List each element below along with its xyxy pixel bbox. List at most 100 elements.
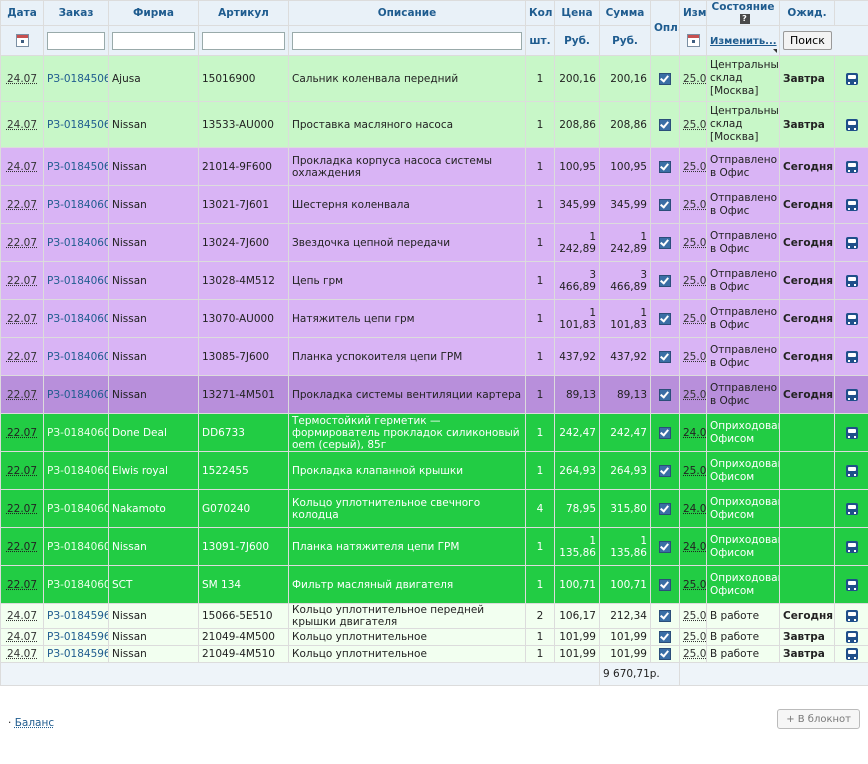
changed-date-link[interactable]: 24.07 <box>683 541 706 553</box>
date-link[interactable]: 22.07 <box>7 465 37 477</box>
col-state-label[interactable]: Состояние <box>712 2 775 14</box>
col-brand-header[interactable]: Фирма <box>108 0 199 26</box>
date-link[interactable]: 24.07 <box>7 73 37 85</box>
col-qty-header[interactable]: Кол <box>525 0 555 26</box>
date-link[interactable]: 22.07 <box>7 541 37 553</box>
order-link[interactable]: РЗ-0184060 <box>47 313 108 325</box>
order-link[interactable]: РЗ-0184060 <box>47 579 108 591</box>
delivery-car-icon[interactable] <box>845 274 858 287</box>
brand-cell: Elwis royal <box>108 451 199 490</box>
date-link[interactable]: 24.07 <box>7 161 37 173</box>
balance-link[interactable]: Баланс <box>15 717 54 729</box>
col-article-header[interactable]: Артикул <box>198 0 289 26</box>
date-link[interactable]: 22.07 <box>7 351 37 363</box>
order-link[interactable]: РЗ-0184060 <box>47 389 108 401</box>
delivery-car-icon[interactable] <box>845 426 858 439</box>
state-change-link[interactable]: Изменить... <box>710 36 777 47</box>
order-link[interactable]: РЗ-0184596 <box>47 631 108 643</box>
delivery-car-icon[interactable] <box>845 648 858 660</box>
changed-date-link[interactable]: 25.07 <box>683 275 706 287</box>
col-date-header[interactable]: Дата <box>0 0 44 26</box>
order-link[interactable]: РЗ-0184506 <box>47 73 108 85</box>
description-filter-input[interactable] <box>292 31 522 50</box>
changed-date-link[interactable]: 25.07 <box>683 631 706 643</box>
changed-date-link[interactable]: 24.07 <box>683 503 706 515</box>
changed-date-link[interactable]: 25.07 <box>683 119 706 131</box>
changed-date-link[interactable]: 25.07 <box>683 389 706 401</box>
order-link[interactable]: РЗ-0184060 <box>47 199 108 211</box>
changed-date-link[interactable]: 25.07 <box>683 161 706 173</box>
date-link[interactable]: 24.07 <box>7 610 37 622</box>
date-link[interactable]: 22.07 <box>7 275 37 287</box>
changed-date-link[interactable]: 24.07 <box>683 427 706 439</box>
order-link[interactable]: РЗ-0184060 <box>47 465 108 477</box>
delivery-car-icon[interactable] <box>845 72 858 85</box>
order-link[interactable]: РЗ-0184060 <box>47 237 108 249</box>
date-link[interactable]: 22.07 <box>7 389 37 401</box>
delivery-car-icon[interactable] <box>845 388 858 401</box>
delivery-car-icon[interactable] <box>845 236 858 249</box>
brand-filter-input[interactable] <box>112 31 195 50</box>
changed-date-link[interactable]: 25.07 <box>683 351 706 363</box>
col-sum-header[interactable]: Сумма <box>599 0 651 26</box>
delivery-car-icon[interactable] <box>845 578 858 591</box>
wait-cell: Завтра <box>779 645 835 663</box>
order-link[interactable]: РЗ-0184596 <box>47 610 108 622</box>
delivery-car-icon[interactable] <box>845 464 858 477</box>
search-button[interactable]: Поиск <box>783 31 832 50</box>
col-description-header[interactable]: Описание <box>288 0 526 26</box>
date-link[interactable]: 24.07 <box>7 119 37 131</box>
order-link[interactable]: РЗ-0184596 <box>47 648 108 660</box>
date-link[interactable]: 22.07 <box>7 579 37 591</box>
delivery-car-icon[interactable] <box>845 198 858 211</box>
order-link[interactable]: РЗ-0184060 <box>47 541 108 553</box>
order-link[interactable]: РЗ-0184060 <box>47 427 108 439</box>
changed-date-link[interactable]: 25.07 <box>683 199 706 211</box>
article-filter-input[interactable] <box>202 31 285 50</box>
delivery-car-icon[interactable] <box>845 540 858 553</box>
changed-date-link[interactable]: 25.07 <box>683 648 706 660</box>
sort-arrow-icon[interactable] <box>773 49 777 53</box>
delivery-car-icon[interactable] <box>845 118 858 131</box>
wait-cell: Сегодня <box>779 337 835 376</box>
col-price-header[interactable]: Цена <box>554 0 600 26</box>
changed-date-link[interactable]: 25.07 <box>683 73 706 85</box>
article-cell: 13070-AU000 <box>198 299 289 338</box>
delivery-car-icon[interactable] <box>845 631 858 643</box>
changed-date-link[interactable]: 25.07 <box>683 610 706 622</box>
changed-date-link[interactable]: 25.07 <box>683 579 706 591</box>
date-link[interactable]: 22.07 <box>7 313 37 325</box>
order-link[interactable]: РЗ-0184060 <box>47 351 108 363</box>
date-link[interactable]: 22.07 <box>7 427 37 439</box>
help-icon[interactable]: ? <box>739 14 750 24</box>
order-link[interactable]: РЗ-0184060 <box>47 503 108 515</box>
col-order-header[interactable]: Заказ <box>43 0 109 26</box>
calendar-icon[interactable] <box>15 34 29 47</box>
date-link[interactable]: 22.07 <box>7 503 37 515</box>
changed-date-link[interactable]: 25.07 <box>683 313 706 325</box>
delivery-car-icon[interactable] <box>845 610 858 622</box>
calendar-icon[interactable] <box>686 34 700 47</box>
date-link[interactable]: 22.07 <box>7 237 37 249</box>
order-link[interactable]: РЗ-0184506 <box>47 161 108 173</box>
delivery-car-icon[interactable] <box>845 312 858 325</box>
delivery-car-icon[interactable] <box>845 160 858 173</box>
changed-date-link[interactable]: 25.07 <box>683 465 706 477</box>
order-cell: РЗ-0184506 <box>43 147 109 186</box>
date-link[interactable]: 24.07 <box>7 648 37 660</box>
add-to-notebook-button[interactable]: + В блокнот <box>777 709 860 729</box>
brand-cell: Nissan <box>108 337 199 376</box>
order-filter-input[interactable] <box>47 31 105 50</box>
date-link[interactable]: 22.07 <box>7 199 37 211</box>
order-link[interactable]: РЗ-0184506 <box>47 119 108 131</box>
col-paid-header[interactable]: Опл. <box>650 0 680 56</box>
date-link[interactable]: 24.07 <box>7 631 37 643</box>
delivery-car-icon[interactable] <box>845 502 858 515</box>
changed-date-link[interactable]: 25.07 <box>683 237 706 249</box>
delivery-car-icon[interactable] <box>845 350 858 363</box>
article-cell: G070240 <box>198 489 289 528</box>
col-changed-header[interactable]: Изм. <box>679 0 707 26</box>
article-cell: 13533-AU000 <box>198 101 289 148</box>
order-link[interactable]: РЗ-0184060 <box>47 275 108 287</box>
col-wait-header[interactable]: Ожид. <box>779 0 835 26</box>
